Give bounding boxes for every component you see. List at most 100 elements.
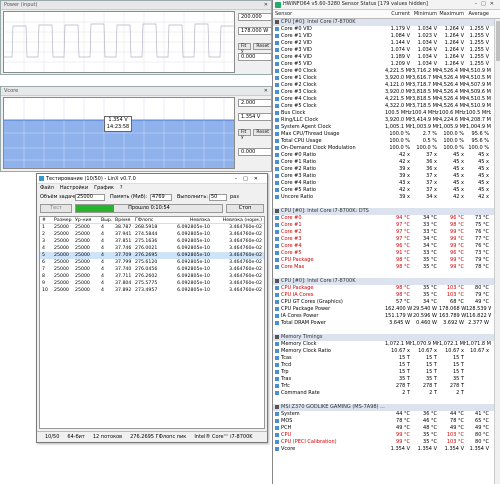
sensor-row[interactable]: PCH 49 °C 48 °C 49 °C 49 °C [273, 425, 494, 432]
sensor-row[interactable]: Core Max 98 °C 35 °C 99 °C 78 °C [273, 264, 494, 271]
column-current[interactable]: Current [385, 10, 412, 18]
sensor-row[interactable]: CPU (PECI Calibration) 99 °C 35 °C 103 °C 80… [273, 439, 494, 446]
sensor-row[interactable]: Core #0 94 °C 34 °C 96 °C 73 °C [273, 215, 494, 222]
sensor-row[interactable]: Core #5 Ratio 42 x 37 x 45 x 45 x [273, 187, 494, 194]
column-average[interactable]: Average [466, 10, 491, 18]
vcore-reset-button[interactable]: Reset [253, 129, 272, 136]
sensor-row[interactable]: CPU IA Cores 98 °C 35 °C 103 °C 79 °C [273, 292, 494, 299]
sensor-row[interactable]: CPU Package 98 °C 35 °C 99 °C 79 °C [273, 257, 494, 264]
close-icon[interactable]: ✕ [264, 88, 268, 95]
sensor-row[interactable]: Core #2 Ratio 39 x 36 x 45 x 45 x [273, 166, 494, 173]
sensor-row[interactable]: Core #5 Clock 4,322.0 MHz3,718.5 MHz4,526… [273, 103, 494, 110]
sensor-row[interactable]: Core #4 Ratio 43 x 37 x 45 x 45 x [273, 180, 494, 187]
sensor-row[interactable]: Core #5 VID 1.209 V 1.034 V 1.264 V 1.255 V [273, 61, 494, 68]
sensor-group-header[interactable]: CPU [#0]: Intel Core i7-8700K [273, 278, 494, 285]
table-row[interactable]: 3 25000 25000 4 37.851 275.1636 6.092805e-10 3.… [40, 238, 264, 245]
table-row[interactable]: 4 25000 25000 4 37.746 276.0021 6.092805e-10 3.… [40, 245, 264, 252]
sensor-row[interactable]: Vcore 1.354 V 1.354 V 1.354 V 1.354 V [273, 446, 494, 453]
table-row[interactable]: 5 25000 25000 4 37.709 276.2695 6.092805e-10 3.… [40, 252, 264, 259]
runs-input[interactable]: 50 [209, 194, 227, 201]
sensor-row[interactable]: Core #3 Clock 3,920.0 MHz3,818.5 MHz4,526… [273, 89, 494, 96]
sensor-row[interactable]: Core #3 97 °C 34 °C 99 °C 77 °C [273, 236, 494, 243]
table-row[interactable]: 1 25000 25000 4 38.787 268.5918 6.092805e-10 3.… [40, 224, 264, 231]
col-time[interactable]: Время [113, 217, 133, 223]
table-row[interactable]: 10 25000 25000 4 37.892 273.4957 6.092805e-10 3… [40, 287, 264, 294]
sensor-row[interactable]: Core #2 VID 1.144 V 1.034 V 1.264 V 1.255 V [273, 40, 494, 47]
vcore-fit-y-button[interactable]: Fit y [238, 129, 252, 140]
sensor-row[interactable]: CPU Package Power 162.400 W 29.540 W 178.06… [273, 306, 494, 313]
menu-help[interactable]: ? [120, 184, 123, 192]
sensor-row[interactable]: Tcas 15 T 15 T 15 T [273, 355, 494, 362]
column-maximum[interactable]: Maximum [439, 10, 466, 18]
sensor-row[interactable]: Memory Clock Ratio 10.67 x 10.67 x 10.67 x 1… [273, 348, 494, 355]
sensor-row[interactable]: Total DRAM Power 3.645 W 0.460 W 3.692 W 2.3… [273, 320, 494, 327]
sensor-group-header[interactable]: MSI Z370 GODLIKE GAMING (MS-7A98) ... [273, 404, 494, 411]
table-row[interactable]: 8 25000 25000 4 37.711 276.2602 6.092805e-10 3.… [40, 273, 264, 280]
sensor-row[interactable]: Total CPU Usage 100.0 % 0.5 % 100.0 % 95.6 % [273, 138, 494, 145]
power-reset-button[interactable]: Reset [253, 43, 272, 50]
hwinfo-scrollbar[interactable] [494, 19, 500, 484]
sensor-row[interactable]: Core #4 Clock 4,221.5 MHz3,818.5 MHz4,526… [273, 96, 494, 103]
column-sensor[interactable]: Sensor [273, 10, 385, 18]
sensor-row[interactable]: Core #1 Ratio 42 x 36 x 45 x 45 x [273, 159, 494, 166]
table-row[interactable]: 6 25000 25000 4 37.799 275.6120 6.092805e-10 3.… [40, 259, 264, 266]
sensor-row[interactable]: Core #4 VID 1.189 V 1.034 V 1.264 V 1.255 V [273, 54, 494, 61]
window-controls[interactable]: –□✕ [475, 0, 498, 9]
close-icon[interactable]: ✕ [264, 2, 268, 9]
menu-file[interactable]: Файл [40, 184, 54, 192]
sensor-row[interactable]: Uncore Ratio 39 x 34 x 42 x 42 x [273, 194, 494, 201]
sensor-row[interactable]: Trp 15 T 15 T 15 T [273, 369, 494, 376]
menu-graph[interactable]: График [94, 184, 114, 192]
sensor-row[interactable]: Core #1 Clock 3,920.0 MHz3,616.7 MHz4,526… [273, 75, 494, 82]
sensor-row[interactable]: Tras 35 T 35 T 35 T [273, 376, 494, 383]
sensor-row[interactable]: Core #5 91 °C 33 °C 96 °C 73 °C [273, 250, 494, 257]
scrollbar-thumb[interactable] [496, 21, 500, 61]
sensor-row[interactable]: Trfc 278 T 278 T 278 T [273, 383, 494, 390]
sensor-row[interactable]: IA Cores Power 151.179 W 20.596 W 163.789 W… [273, 313, 494, 320]
sensor-row[interactable]: Ring/LLC Clock 3,920.0 MHz3,414.9 MHz4,22… [273, 117, 494, 124]
sensor-row[interactable]: Core #2 Clock 4,121.0 MHz3,718.7 MHz4,526… [273, 82, 494, 89]
sensor-row[interactable]: Core #0 Clock 4,221.5 MHz3,716.2 MHz4,526… [273, 68, 494, 75]
table-row[interactable]: 2 25000 25000 4 37.941 274.5844 6.092805e-10 3.… [40, 231, 264, 238]
sensor-group-header[interactable]: CPU [#0]: Intel Core i7-8700K: DTS [273, 208, 494, 215]
sensor-row[interactable]: Core #3 VID 1.074 V 1.034 V 1.264 V 1.255 V [273, 47, 494, 54]
window-controls[interactable]: –□✕ [235, 174, 264, 184]
sensor-row[interactable]: CPU GT Cores (Graphics) 57 °C 34 °C 68 °C 49… [273, 299, 494, 306]
memory-input[interactable]: 4769 [150, 194, 172, 201]
sensor-row[interactable]: CPU Package 98 °C 35 °C 103 °C 80 °C [273, 285, 494, 292]
sensor-group-header[interactable]: CPU [#0]: Intel Core i7-8700K [273, 19, 494, 26]
col-residual-norm[interactable]: Невязка (норм.) [212, 217, 264, 223]
col-equations[interactable]: Ур-ния [73, 217, 99, 223]
power-fit-y-button[interactable]: Fit y [238, 43, 252, 54]
sensor-row[interactable]: Core #3 Ratio 39 x 37 x 45 x 45 x [273, 173, 494, 180]
problem-size-input[interactable]: 25000 [75, 194, 105, 201]
sensor-row[interactable]: System 44 °C 36 °C 44 °C 41 °C [273, 411, 494, 418]
test-button[interactable]: Тест [40, 204, 72, 213]
col-residual[interactable]: Невязка [159, 217, 212, 223]
sensor-row[interactable]: MOS 78 °C 46 °C 78 °C 65 °C [273, 418, 494, 425]
sensor-row[interactable]: System Agent Clock 1,005.1 MHz1,003.9 MHz… [273, 124, 494, 131]
col-size[interactable]: Размер [52, 217, 73, 223]
col-alignment[interactable]: Выр. [99, 217, 113, 223]
sensor-row[interactable]: Core #1 97 °C 33 °C 98 °C 75 °C [273, 222, 494, 229]
sensor-group-header[interactable]: Memory Timings [273, 334, 494, 341]
col-gflops[interactable]: ГФлопс [133, 217, 159, 223]
column-minimum[interactable]: Minimum [412, 10, 439, 18]
sensor-row[interactable]: Core #2 97 °C 33 °C 99 °C 76 °C [273, 229, 494, 236]
sensor-row[interactable]: Memory Clock 1,072.1 MHz1,070.9 MHz1,072.… [273, 341, 494, 348]
sensor-row[interactable]: Trcd 15 T 15 T 15 T [273, 362, 494, 369]
col-index[interactable]: # [40, 217, 52, 223]
table-row[interactable]: 7 25000 25000 4 37.740 276.0456 6.092805e-10 3.… [40, 266, 264, 273]
sensor-row[interactable]: CPU 99 °C 35 °C 103 °C 80 °C [273, 432, 494, 439]
table-row[interactable]: 9 25000 25000 4 37.804 275.5775 6.092805e-10 3.… [40, 280, 264, 287]
sensor-row[interactable]: Core #0 VID 1.179 V 1.034 V 1.264 V 1.255 V [273, 26, 494, 33]
sensor-row[interactable]: Core #0 Ratio 42 x 37 x 45 x 45 x [273, 152, 494, 159]
sensor-row[interactable]: Core #4 96 °C 34 °C 99 °C 76 °C [273, 243, 494, 250]
menu-settings[interactable]: Настройки [60, 184, 88, 192]
sensor-row[interactable]: Core #1 VID 1.084 V 1.023 V 1.264 V 1.255 V [273, 33, 494, 40]
sensor-row[interactable]: Command Rate 2 T 2 T 2 T [273, 390, 494, 397]
sensor-row[interactable]: Bus Clock 100.5 MHz 100.4 MHz 100.6 MHz 100.… [273, 110, 494, 117]
sensor-row[interactable]: Max CPU/Thread Usage 100.0 % 2.7 % 100.0 % 9… [273, 131, 494, 138]
stop-button[interactable]: Стоп [226, 204, 264, 213]
sensor-row[interactable]: On-Demand Clock Modulation 100.0 % 100.0 %… [273, 145, 494, 152]
